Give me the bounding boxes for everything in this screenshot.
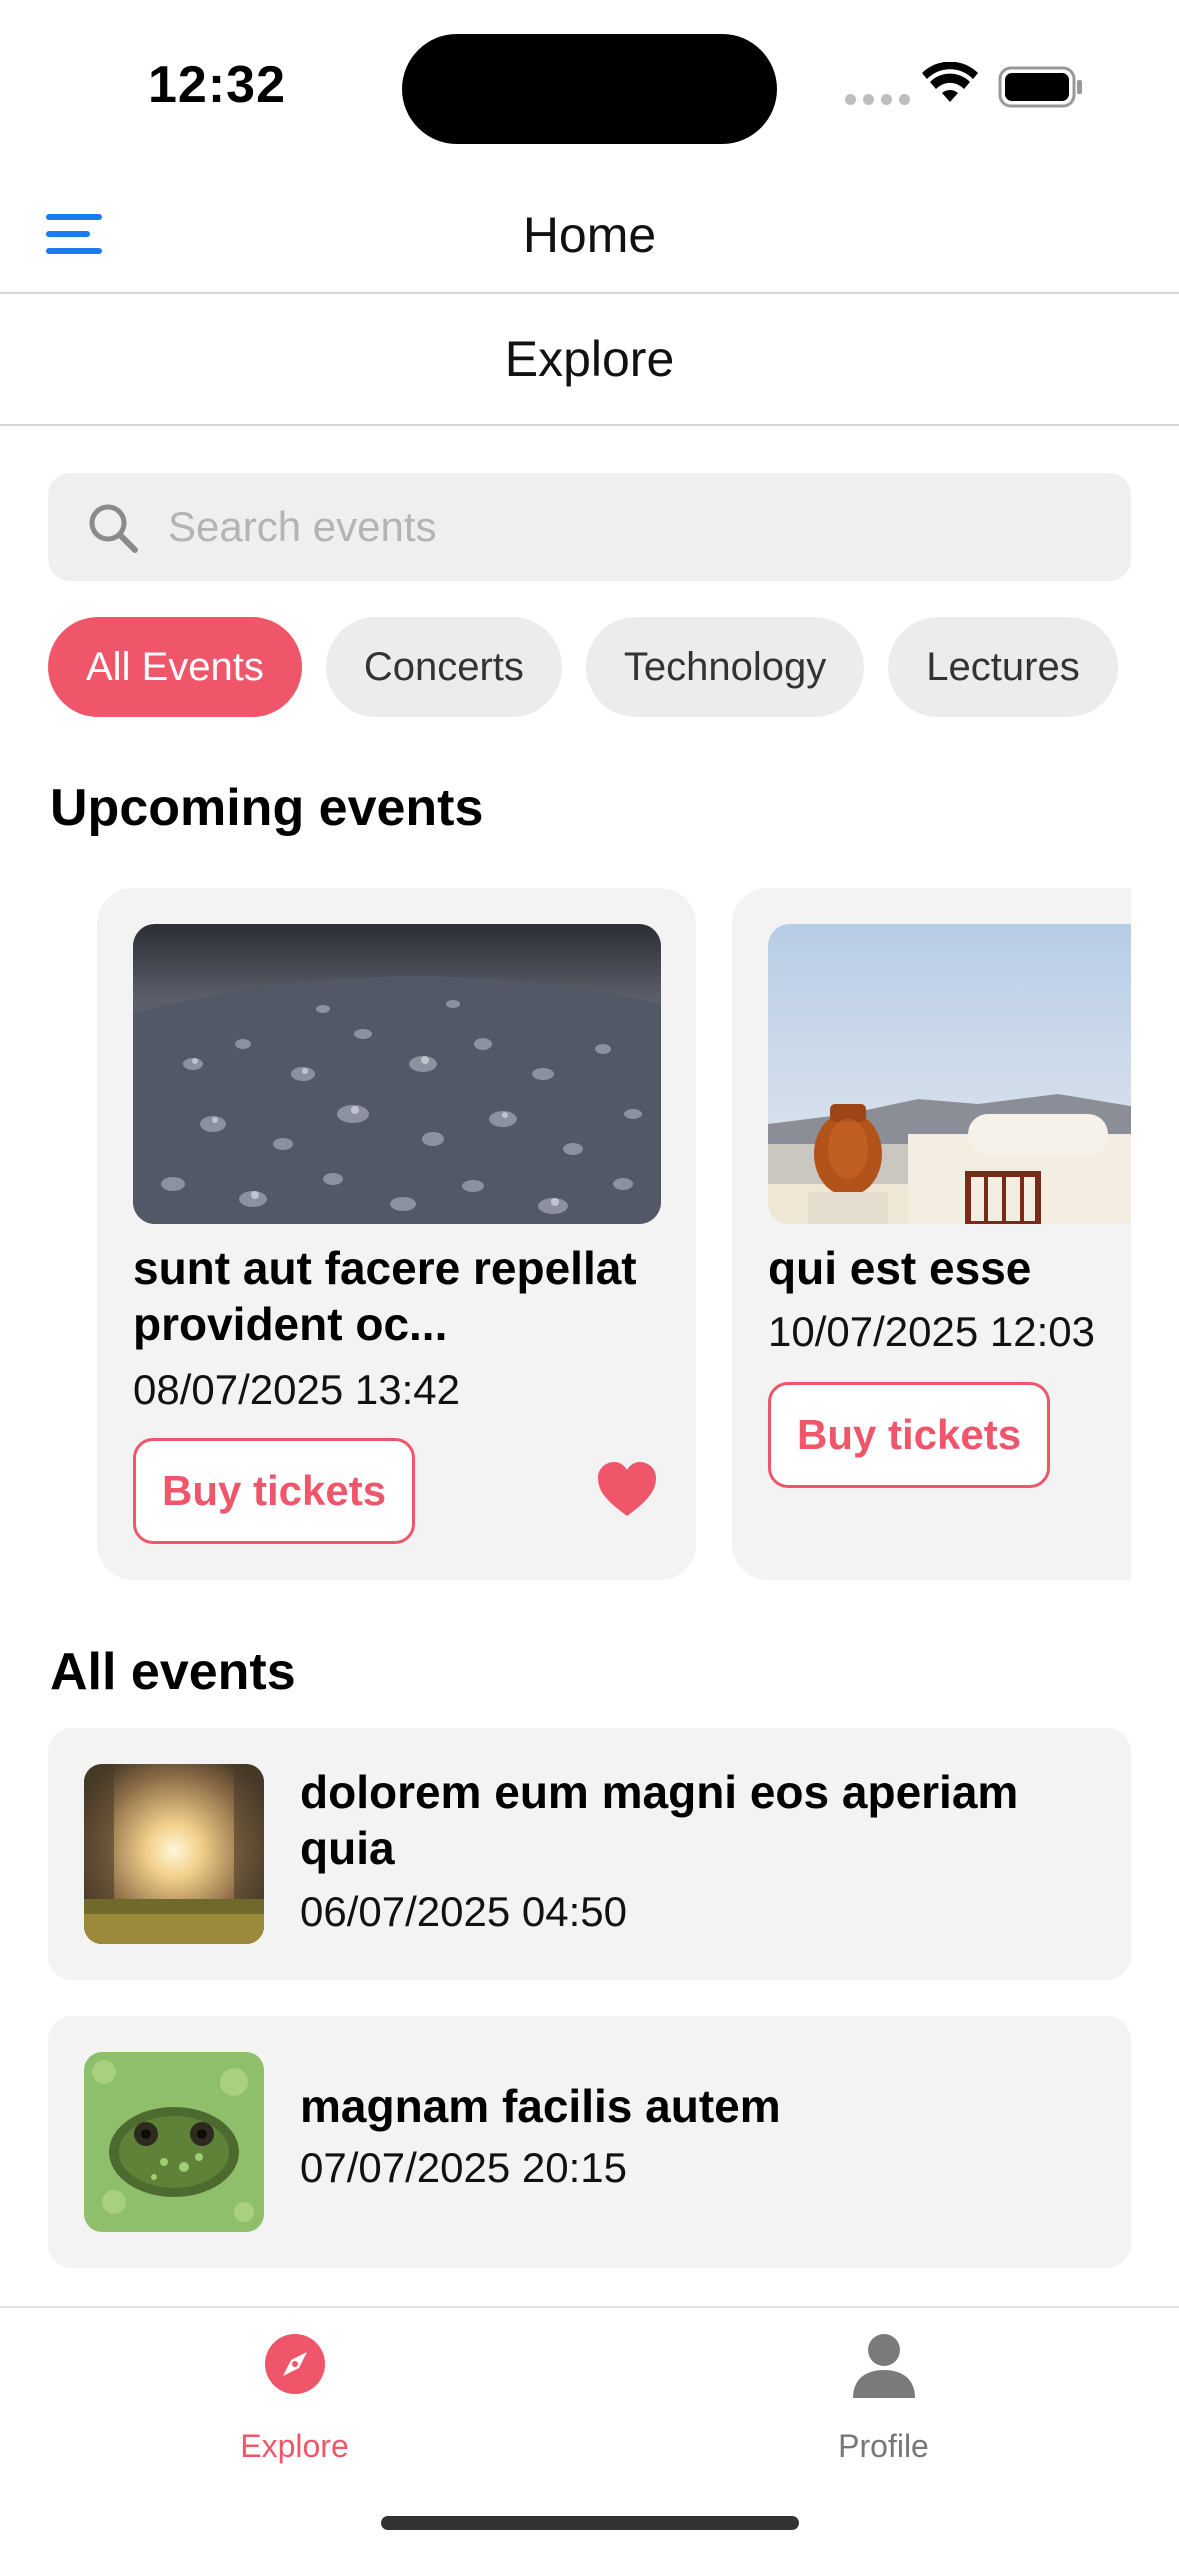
event-title: dolorem eum magni eos aperiam quia [300, 1766, 1019, 1874]
cellular-signal-icon [845, 94, 910, 105]
tab-label: Explore [240, 2428, 349, 2464]
category-filter: All Events Concerts Technology Lectures [48, 617, 1118, 717]
wifi-icon [922, 62, 978, 102]
event-card[interactable]: qui est esse 10/07/2025 12:03 Buy ticket… [732, 888, 1131, 1580]
upcoming-events-carousel[interactable]: sunt aut facere repellat provident oc...… [0, 888, 1131, 1582]
home-indicator [381, 2516, 799, 2530]
chip-lectures[interactable]: Lectures [888, 617, 1118, 717]
chip-concerts[interactable]: Concerts [325, 617, 562, 717]
event-date: 07/07/2025 20:15 [300, 2144, 627, 2191]
event-image-santorini [768, 924, 1131, 1224]
compass-icon [264, 2334, 325, 2394]
status-bar: 12:32 [0, 0, 1179, 170]
favorite-heart-icon[interactable] [596, 1460, 658, 1518]
event-card[interactable]: sunt aut facere repellat provident oc...… [97, 888, 696, 1580]
person-icon [852, 2334, 915, 2398]
chip-technology[interactable]: Technology [585, 617, 865, 717]
event-title: qui est esse [768, 1242, 1032, 1294]
chip-all-events[interactable]: All Events [48, 617, 302, 717]
buy-tickets-button[interactable]: Buy tickets [768, 1382, 1051, 1488]
event-title: sunt aut facere repellat provident oc... [133, 1242, 637, 1350]
search-icon [89, 504, 138, 553]
search-input[interactable] [168, 473, 1068, 581]
sub-header: Explore [0, 296, 1179, 426]
battery-icon [998, 66, 1082, 108]
upcoming-events-heading: Upcoming events [50, 779, 484, 837]
tab-explore[interactable]: Explore [0, 2308, 589, 2488]
all-events-heading: All events [50, 1643, 296, 1701]
event-date: 10/07/2025 12:03 [768, 1308, 1095, 1355]
nav-header: Home [0, 170, 1179, 294]
dynamic-island [402, 34, 777, 144]
event-image-water-drops [133, 924, 661, 1224]
search-bar[interactable] [48, 473, 1131, 581]
event-title: magnam facilis autem [300, 2080, 781, 2132]
buy-tickets-button[interactable]: Buy tickets [133, 1438, 416, 1544]
section-header-title: Explore [504, 331, 675, 387]
list-item[interactable]: magnam facilis autem 07/07/2025 20:15 [48, 2016, 1131, 2268]
tab-profile[interactable]: Profile [589, 2308, 1178, 2488]
page-title: Home [522, 207, 657, 263]
list-item[interactable]: dolorem eum magni eos aperiam quia 06/07… [48, 1728, 1131, 1980]
event-date: 06/07/2025 04:50 [300, 1888, 627, 1935]
tab-label: Profile [838, 2428, 929, 2464]
status-time: 12:32 [148, 56, 286, 114]
event-thumbnail-sunset-field [84, 1764, 264, 1944]
event-thumbnail-frog [84, 2052, 264, 2232]
event-date: 08/07/2025 13:42 [133, 1366, 460, 1413]
